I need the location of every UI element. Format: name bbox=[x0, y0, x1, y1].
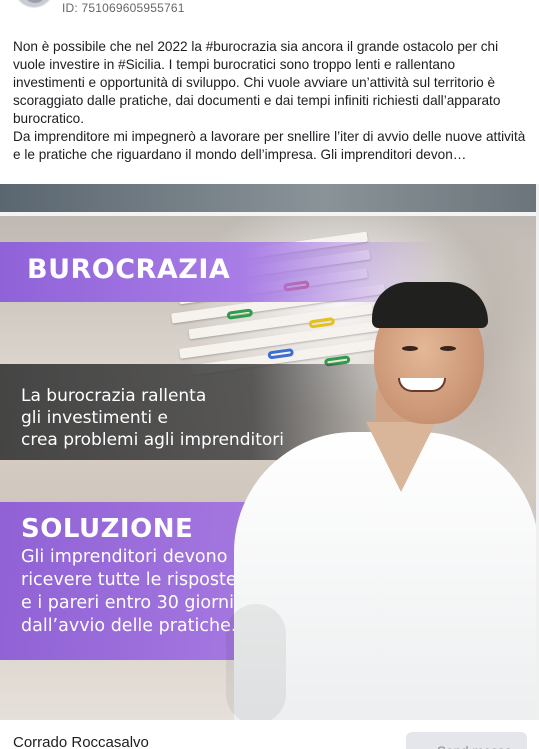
sleeve-shadow bbox=[226, 604, 286, 720]
solution-title: SOLUZIONE bbox=[21, 514, 194, 544]
post-image[interactable]: BUROCRAZIA La burocrazia rallenta gli in… bbox=[0, 184, 539, 720]
post-id: ID: 751069605955761 bbox=[62, 1, 185, 15]
post-text: Non è possibile che nel 2022 la #burocra… bbox=[13, 38, 529, 164]
send-message-button[interactable]: Send messa bbox=[406, 732, 527, 749]
solution-line: e i pareri entro 30 giorni bbox=[21, 593, 234, 613]
page-avatar[interactable] bbox=[14, 0, 54, 8]
solution-line: ricevere tutte le risposte bbox=[21, 570, 237, 590]
person-photo bbox=[226, 274, 539, 720]
problem-line: La burocrazia rallenta bbox=[21, 386, 207, 406]
eye bbox=[402, 346, 418, 351]
eye bbox=[440, 346, 456, 351]
image-headline: BUROCRAZIA bbox=[27, 254, 231, 285]
avatar-silhouette bbox=[23, 0, 47, 3]
problem-line: gli investimenti e bbox=[21, 408, 168, 428]
post-paragraph: Da imprenditore mi impegnerò a lavorare … bbox=[13, 129, 526, 162]
solution-line: dall’avvio delle pratiche. bbox=[21, 616, 237, 636]
author-name[interactable]: Corrado Roccasalvo bbox=[13, 734, 149, 749]
smile bbox=[398, 378, 446, 392]
post-header: ID: 751069605955761 bbox=[0, 0, 539, 24]
image-top-strip bbox=[0, 184, 539, 212]
hair bbox=[372, 282, 488, 328]
post-paragraph: Non è possibile che nel 2022 la #burocra… bbox=[13, 39, 501, 126]
solution-line: Gli imprenditori devono bbox=[21, 547, 228, 567]
image-divider bbox=[0, 212, 539, 216]
